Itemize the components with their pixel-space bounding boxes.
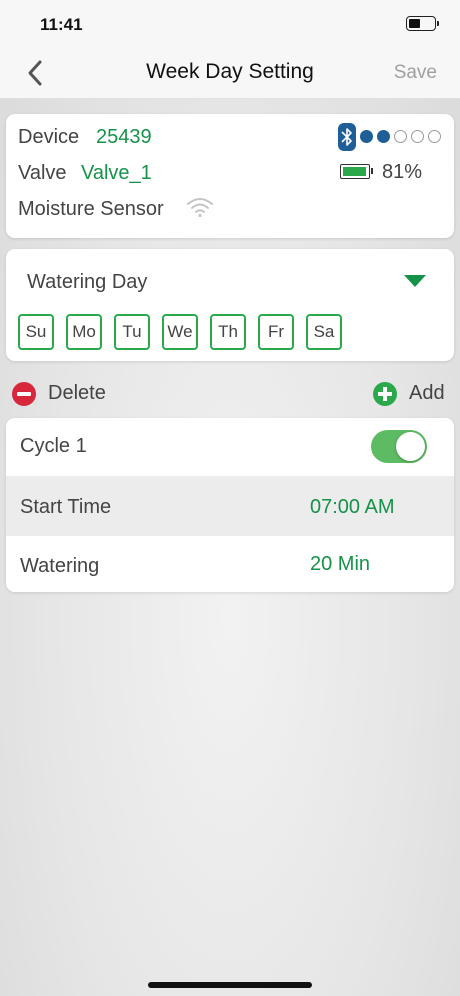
cycle-enable-toggle[interactable] bbox=[371, 430, 427, 463]
watering-duration-label: Watering bbox=[20, 555, 100, 577]
watering-duration-value[interactable]: 20 Min bbox=[310, 553, 370, 576]
valve-label: Valve bbox=[18, 162, 67, 184]
bluetooth-icon bbox=[338, 123, 356, 151]
device-info-card: Device 25439 Valve Valve_1 81% Moisture … bbox=[6, 114, 454, 238]
add-icon[interactable] bbox=[373, 382, 397, 406]
valve-name: Valve_1 bbox=[81, 162, 152, 184]
toggle-knob bbox=[396, 432, 425, 461]
caret-down-icon[interactable] bbox=[404, 275, 426, 287]
watering-day-card: Watering Day Su Mo Tu We Th Fr Sa bbox=[6, 249, 454, 361]
signal-dot bbox=[377, 130, 390, 143]
status-bar: 11:41 bbox=[0, 0, 460, 48]
day-toggle-wednesday[interactable]: We bbox=[162, 314, 198, 350]
day-toggle-friday[interactable]: Fr bbox=[258, 314, 294, 350]
day-toggle-monday[interactable]: Mo bbox=[66, 314, 102, 350]
status-time: 11:41 bbox=[40, 15, 83, 34]
page-title: Week Day Setting bbox=[146, 60, 314, 83]
signal-dot bbox=[428, 130, 441, 143]
day-toggle-tuesday[interactable]: Tu bbox=[114, 314, 150, 350]
watering-day-label: Watering Day bbox=[27, 271, 148, 293]
battery-percent: 81% bbox=[382, 161, 423, 183]
cycle-actions: Delete Add bbox=[0, 376, 460, 412]
moisture-sensor-label: Moisture Sensor bbox=[18, 198, 164, 220]
cycle-header-row: Cycle 1 bbox=[6, 418, 454, 476]
signal-dot bbox=[360, 130, 373, 143]
delete-icon[interactable] bbox=[12, 382, 36, 406]
signal-dot bbox=[411, 130, 424, 143]
add-button[interactable]: Add bbox=[409, 382, 445, 405]
start-time-label: Start Time bbox=[20, 496, 112, 518]
device-label: Device bbox=[18, 126, 80, 148]
delete-button[interactable]: Delete bbox=[48, 382, 106, 405]
signal-dot bbox=[394, 130, 407, 143]
cycle-card: Cycle 1 Start Time 07:00 AM Watering 20 … bbox=[6, 418, 454, 592]
day-toggle-sunday[interactable]: Su bbox=[18, 314, 54, 350]
nav-bar: Week Day Setting Save bbox=[0, 48, 460, 99]
wifi-icon bbox=[187, 198, 213, 218]
start-time-row[interactable]: Start Time 07:00 AM bbox=[6, 476, 454, 536]
day-toggle-saturday[interactable]: Sa bbox=[306, 314, 342, 350]
watering-duration-row[interactable]: Watering 20 Min bbox=[6, 536, 454, 592]
cycle-name: Cycle 1 bbox=[20, 435, 87, 457]
device-id: 25439 bbox=[96, 126, 152, 148]
status-battery-icon bbox=[406, 16, 439, 31]
battery-icon bbox=[340, 164, 373, 179]
start-time-value[interactable]: 07:00 AM bbox=[310, 496, 395, 519]
save-button[interactable]: Save bbox=[394, 62, 437, 84]
day-toggle-thursday[interactable]: Th bbox=[210, 314, 246, 350]
home-indicator bbox=[148, 982, 312, 988]
